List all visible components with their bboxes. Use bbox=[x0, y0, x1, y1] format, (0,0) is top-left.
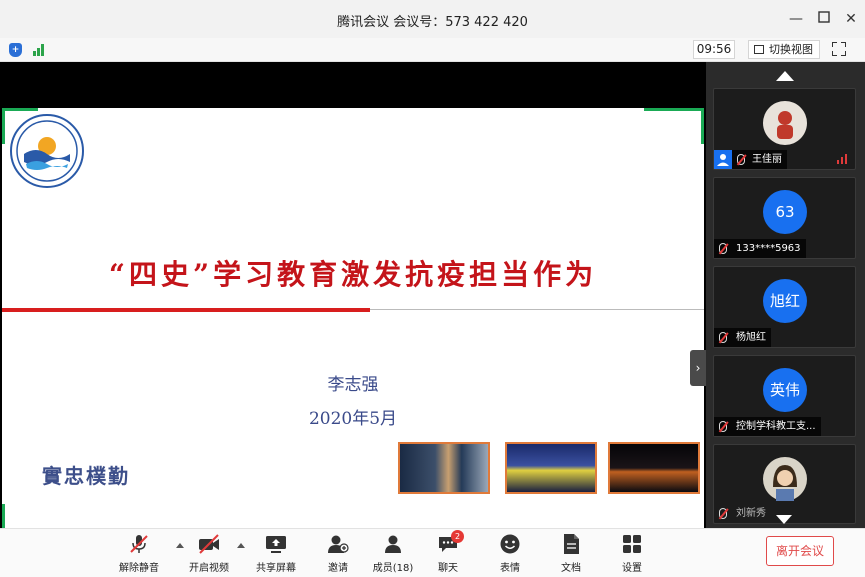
status-bar: + 09:56 切换视图 bbox=[0, 38, 865, 62]
start-video-button[interactable]: 开启视频 bbox=[179, 533, 239, 574]
slide-photo bbox=[505, 442, 597, 494]
invite-button[interactable]: 邀请 bbox=[308, 533, 368, 574]
mic-muted-icon bbox=[128, 533, 150, 555]
avatar bbox=[763, 457, 807, 501]
title-divider bbox=[370, 309, 704, 310]
invite-label: 邀请 bbox=[328, 563, 348, 574]
apps-grid-icon bbox=[621, 533, 643, 555]
settings-label: 设置 bbox=[622, 563, 642, 574]
participant-tile[interactable]: 刘新秀 bbox=[713, 444, 856, 524]
avatar: 旭红 bbox=[763, 279, 807, 323]
security-shield-icon[interactable]: + bbox=[9, 43, 22, 57]
close-icon[interactable]: ✕ bbox=[842, 10, 860, 28]
chat-label: 聊天 bbox=[438, 563, 458, 574]
chat-button[interactable]: 2 聊天 bbox=[418, 530, 478, 574]
participant-name-tag: 王佳丽 bbox=[732, 150, 787, 169]
invite-user-icon bbox=[327, 533, 349, 555]
participant-name: 133****5963 bbox=[736, 243, 801, 254]
switch-view-label: 切换视图 bbox=[769, 43, 813, 56]
participant-tile[interactable]: 63 133****5963 bbox=[713, 177, 856, 259]
collapse-panel-button[interactable]: › bbox=[690, 350, 706, 386]
chat-icon: 2 bbox=[437, 530, 464, 555]
mic-muted-icon bbox=[719, 421, 727, 432]
title-underline bbox=[2, 308, 370, 312]
members-icon bbox=[382, 533, 404, 555]
participant-tile[interactable]: 旭红 杨旭红 bbox=[713, 266, 856, 348]
network-signal-icon[interactable] bbox=[33, 44, 47, 56]
participant-name-tag: 133****5963 bbox=[714, 239, 806, 258]
shared-screen: “四史”学习教育激发抗疫担当作为 李志强 2020年5月 實忠樸勤 › bbox=[0, 62, 706, 564]
mic-muted-icon bbox=[719, 508, 727, 519]
fullscreen-icon[interactable] bbox=[832, 42, 846, 56]
meeting-toolbar: 解除静音 开启视频 共享屏幕 邀请 成员(18) 2 聊天 表情 文档 设置 离… bbox=[0, 528, 865, 577]
scroll-down-icon[interactable] bbox=[776, 515, 792, 524]
start-video-label: 开启视频 bbox=[189, 563, 229, 574]
window-title: 腾讯会议 会议号：573 422 420 bbox=[337, 15, 528, 30]
slide-date: 2020年5月 bbox=[308, 409, 398, 429]
share-screen-icon bbox=[265, 533, 287, 555]
mic-muted-icon bbox=[719, 332, 727, 343]
participant-name-tag: 刘新秀 bbox=[714, 504, 771, 523]
participant-name: 王佳丽 bbox=[752, 154, 782, 165]
members-label: 成员(18) bbox=[372, 563, 414, 574]
slide-corner bbox=[644, 108, 704, 144]
reactions-label: 表情 bbox=[500, 563, 520, 574]
scroll-up-icon[interactable] bbox=[776, 71, 794, 81]
participant-name: 杨旭红 bbox=[736, 332, 766, 343]
slide-motto: 實忠樸勤 bbox=[42, 464, 130, 488]
signal-bars-icon bbox=[837, 154, 849, 164]
avatar: 63 bbox=[763, 190, 807, 234]
documents-label: 文档 bbox=[561, 563, 581, 574]
avatar: 英伟 bbox=[763, 368, 807, 412]
chat-unread-badge: 2 bbox=[451, 530, 464, 543]
video-options-caret-icon[interactable] bbox=[237, 543, 245, 548]
participant-name: 刘新秀 bbox=[736, 508, 766, 519]
members-button[interactable]: 成员(18) bbox=[363, 533, 423, 574]
participant-name-tag: 控制学科教工支... bbox=[714, 417, 821, 436]
participant-panel: 王佳丽 63 133****5963 旭红 杨旭红 英伟 控制学科教工支... bbox=[706, 62, 865, 528]
avatar bbox=[763, 101, 807, 145]
university-logo bbox=[10, 114, 84, 188]
title-bar: 腾讯会议 会议号：573 422 420 — ✕ bbox=[0, 0, 865, 38]
settings-button[interactable]: 设置 bbox=[602, 533, 662, 574]
leave-meeting-button[interactable]: 离开会议 bbox=[766, 536, 834, 566]
unmute-button[interactable]: 解除静音 bbox=[109, 533, 169, 574]
document-icon bbox=[560, 533, 582, 555]
camera-off-icon bbox=[198, 533, 220, 555]
slide-photo bbox=[398, 442, 490, 494]
smiley-icon bbox=[499, 533, 521, 555]
maximize-icon[interactable] bbox=[815, 10, 833, 28]
reactions-button[interactable]: 表情 bbox=[480, 533, 540, 574]
participant-tile[interactable]: 王佳丽 bbox=[713, 88, 856, 170]
meeting-timer: 09:56 bbox=[693, 40, 735, 59]
unmute-label: 解除静音 bbox=[119, 563, 159, 574]
presentation-slide: “四史”学习教育激发抗疫担当作为 李志强 2020年5月 實忠樸勤 bbox=[2, 108, 704, 564]
participant-name-tag: 杨旭红 bbox=[714, 328, 771, 347]
participant-tile[interactable]: 英伟 控制学科教工支... bbox=[713, 355, 856, 437]
mic-muted-icon bbox=[719, 243, 727, 254]
host-badge-icon bbox=[714, 150, 732, 169]
slide-photo bbox=[608, 442, 700, 494]
mic-muted-icon bbox=[737, 154, 745, 165]
minimize-icon[interactable]: — bbox=[787, 10, 805, 28]
slide-title: “四史”学习教育激发抗疫担当作为 bbox=[108, 258, 598, 291]
slide-author: 李志强 bbox=[327, 375, 379, 395]
share-screen-label: 共享屏幕 bbox=[256, 563, 296, 574]
switch-view-button[interactable]: 切换视图 bbox=[748, 40, 820, 59]
participant-name: 控制学科教工支... bbox=[736, 421, 816, 432]
documents-button[interactable]: 文档 bbox=[541, 533, 601, 574]
grid-view-icon bbox=[754, 45, 764, 54]
share-screen-button[interactable]: 共享屏幕 bbox=[246, 533, 306, 574]
